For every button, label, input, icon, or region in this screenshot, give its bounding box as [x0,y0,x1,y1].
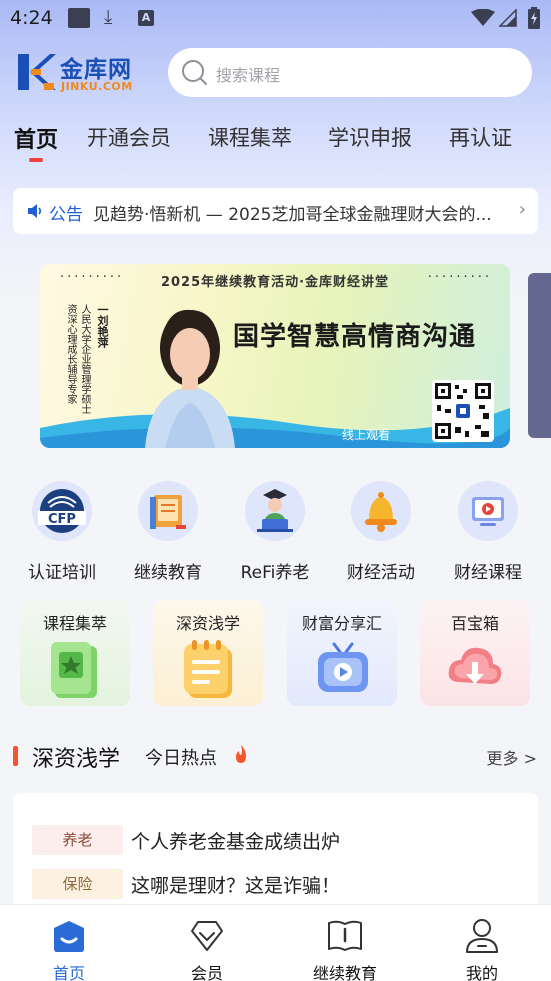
feature-cards: 课程集萃 深资浅学 财富分享汇 百宝箱 [0,600,551,708]
quick-item-refi-pension[interactable]: ReFi养老 [222,478,328,583]
a-notification-icon: A [138,10,154,26]
news-tag: 养老 [32,825,123,855]
side-drawer-handle[interactable] [528,273,551,438]
tab-courses[interactable]: 课程集萃 [208,122,292,152]
svg-text:CFP: CFP [48,512,76,527]
banner-dots-right: ········· [427,270,492,285]
bottom-navigation: 首页 会员 继续教育 我的 [0,904,551,981]
quick-label: 财经活动 [347,563,415,583]
tab-recertification[interactable]: 再认证 [449,122,512,152]
quick-label: 继续教育 [134,563,202,583]
card-treasure-box[interactable]: 百宝箱 [420,600,530,706]
speaker-icon [28,204,42,218]
speaker-title-1: 人民大学企业管理学硕士 [79,304,90,414]
nav-label: 首页 [52,964,85,981]
more-link[interactable]: 更多 > [487,745,538,769]
search-icon [182,60,207,85]
open-book-icon [328,920,362,951]
news-title: 个人养老金基金成绩出炉 [131,831,341,853]
quick-item-finance-courses[interactable]: 财经课程 [435,478,541,583]
speaker-name: 一刘艳萍 [96,304,109,348]
section-header: 深资浅学 今日热点 更多 > [0,738,551,778]
speaker-photo [145,309,235,448]
notebook-icon [184,640,232,698]
flame-icon [236,745,246,763]
cfp-logo-icon: CFP [32,481,92,541]
quick-item-certification[interactable]: CFP 认证培训 [9,478,115,583]
announcement-text: 见趋势·悟新机 — 2025芝加哥全球金融理财大会的... [93,205,492,225]
tv-play-icon [318,642,368,692]
green-star-book-icon [51,642,97,698]
download-icon: ⤓ [104,6,113,28]
cloud-download-icon [448,647,502,684]
section-accent-bar [13,746,18,766]
user-icon [466,919,498,953]
card-title: 深资浅学 [175,614,240,633]
book-icon [138,481,198,541]
search-input[interactable]: 搜索课程 [168,48,532,97]
quick-label: 财经课程 [454,563,522,583]
announcement-bar[interactable]: 公告 见趋势·悟新机 — 2025芝加哥全球金融理财大会的... › [13,188,538,234]
section-title: 深资浅学 [32,747,121,772]
nav-continuing-education[interactable]: 继续教育 [276,905,414,981]
nav-label: 我的 [465,964,498,981]
jinku-logo[interactable]: 金库网 JINKU.COM [16,50,146,96]
banner-headline: 国学智慧高情商沟通 [233,322,477,352]
tab-home[interactable]: 首页 [14,122,58,154]
status-time: 4:24 [10,7,53,29]
card-wealth-share[interactable]: 财富分享汇 [287,600,397,706]
quick-label: 认证培训 [28,563,96,583]
diamond-icon [191,921,223,951]
card-title: 财富分享汇 [301,614,382,633]
nav-label: 会员 [190,964,223,981]
quick-label: ReFi养老 [240,563,310,583]
tab-credit-report[interactable]: 学识申报 [328,122,412,152]
card-courses[interactable]: 课程集萃 [20,600,130,706]
quick-entry-grid: CFP 认证培训 继续教育 ReFi养老 财经活动 财经课程 [0,478,551,588]
tab-indicator [29,158,43,162]
battery-icon [528,7,540,29]
chevron-right-icon: › [518,199,526,220]
news-tag: 保险 [32,869,123,899]
tab-membership[interactable]: 开通会员 [87,122,171,152]
news-title: 这哪是理财？这是诈骗！ [131,875,341,897]
card-deep-shallow[interactable]: 深资浅学 [153,600,263,706]
qr-code [432,380,494,442]
top-tabs: 首页 开通会员 课程集萃 学识申报 再认证 [0,118,551,168]
monitor-play-icon [458,481,518,541]
nav-label: 继续教育 [312,964,377,981]
promo-banner[interactable]: ········· 2025年继续教育活动·金库财经讲堂 ········· 资… [40,264,510,448]
bell-icon [351,481,411,541]
wifi-icon [471,9,495,26]
nav-profile[interactable]: 我的 [413,905,551,981]
home-icon [54,921,84,952]
nav-membership[interactable]: 会员 [138,905,276,981]
logo-subtitle: JINKU.COM [61,80,133,93]
speaker-title-2: 资深心理成长辅导专家 [65,304,76,404]
signal-icon [499,9,517,27]
logo-name: 金库网 [60,57,132,83]
card-title: 百宝箱 [450,614,499,633]
quick-item-continuing-education[interactable]: 继续教育 [115,478,221,583]
search-placeholder: 搜索课程 [216,66,281,85]
watch-online-label: 线上观看 [342,428,391,442]
section-subtitle: 今日热点 [145,748,217,769]
nav-home[interactable]: 首页 [0,905,138,981]
news-list: 养老 个人养老金基金成绩出炉 保险 这哪是理财？这是诈骗！ [13,793,538,913]
quick-item-finance-events[interactable]: 财经活动 [328,478,434,583]
status-bar: 4:24 ⤓ A [0,0,551,36]
graduate-laptop-icon [245,481,305,541]
logo-k-icon [18,54,56,90]
notification-square-icon [68,8,90,28]
card-title: 课程集萃 [42,614,107,633]
announcement-tag: 公告 [49,205,83,225]
